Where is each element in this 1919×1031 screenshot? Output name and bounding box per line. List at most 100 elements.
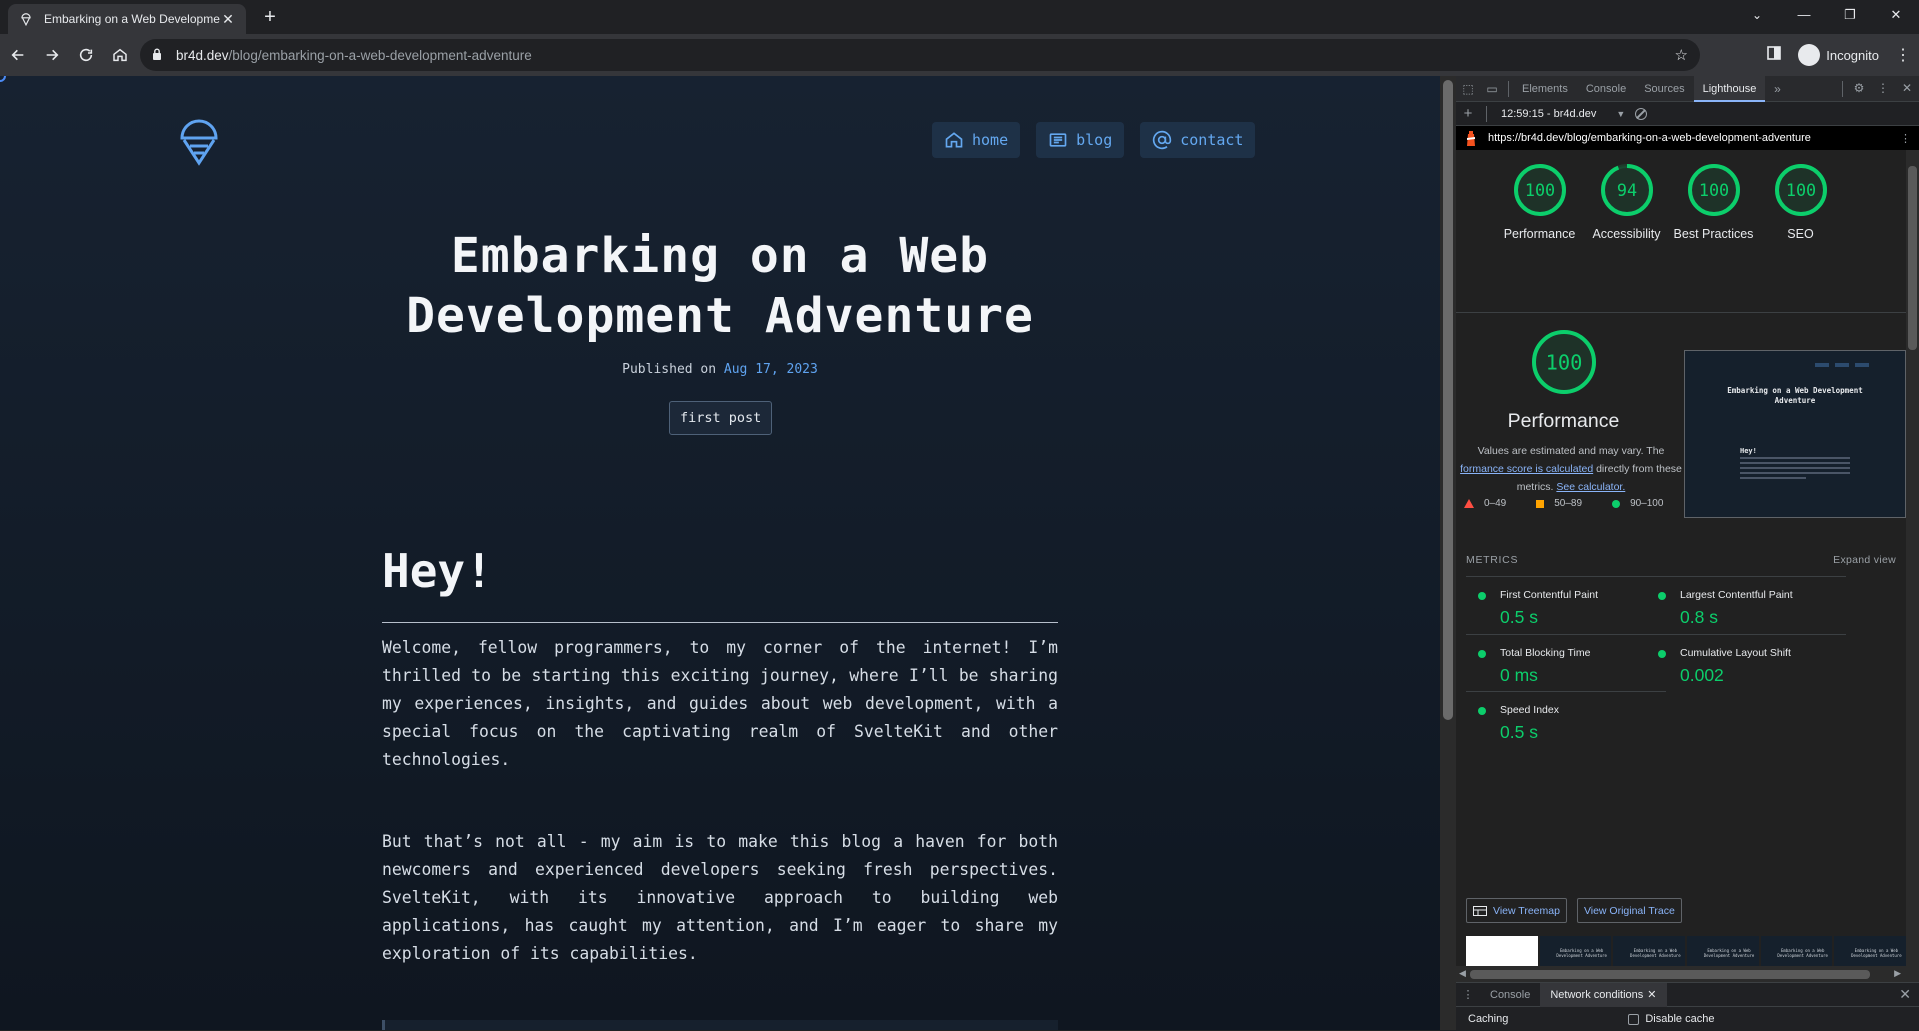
forward-arrow-icon[interactable] <box>36 39 68 71</box>
legend-average-label: 50–89 <box>1554 498 1583 509</box>
final-screenshot[interactable]: Embarking on a Web Development Adventure… <box>1684 350 1906 518</box>
incognito-indicator[interactable]: Incognito <box>1790 41 1887 69</box>
score-ring: 100 <box>1513 164 1566 216</box>
view-treemap-button[interactable]: View Treemap <box>1466 898 1567 923</box>
pass-circle-icon <box>1658 649 1666 658</box>
browser-menu-icon[interactable]: ⋮ <box>1887 45 1919 65</box>
score-gauge-best-practices[interactable]: 100 Best Practices <box>1670 150 1757 312</box>
back-arrow-icon[interactable] <box>2 39 34 71</box>
nav-home[interactable]: home <box>932 122 1021 158</box>
frame-title: Embarking on a Web Development Adventure <box>1630 948 1681 958</box>
score-value: 100 <box>1785 180 1815 200</box>
score-gauge-seo[interactable]: 100 SEO <box>1757 150 1844 312</box>
drawer-tab-network-conditions[interactable]: Network conditions ✕ <box>1540 982 1667 1007</box>
filmstrip-frame: Embarking on a Web Development Adventure <box>1760 936 1833 966</box>
report-url-bar: https://br4d.dev/blog/embarking-on-a-web… <box>1456 126 1919 150</box>
see-calculator-link[interactable]: See calculator. <box>1556 481 1625 493</box>
score-gauges: 100 Performance 94 Accessibility 100 Best Pra… <box>1456 150 1906 313</box>
address-bar[interactable]: br4d.dev/blog/embarking-on-a-web-develop… <box>140 39 1700 71</box>
site-logo-icon[interactable] <box>176 116 222 166</box>
view-trace-button[interactable]: View Original Trace <box>1576 898 1682 923</box>
drawer-tab-close-icon[interactable]: ✕ <box>1647 989 1656 1001</box>
report-url[interactable]: https://br4d.dev/blog/embarking-on-a-web… <box>1488 132 1811 144</box>
filmstrip-scroll-thumb[interactable] <box>1470 970 1870 979</box>
settings-gear-icon[interactable]: ⚙ <box>1847 81 1871 97</box>
score-gauge-accessibility[interactable]: 94 Accessibility <box>1583 150 1670 312</box>
devtools-actions: ⚙ ⋮ ✕ <box>1838 80 1919 97</box>
disable-cache-checkbox[interactable] <box>1628 1013 1640 1025</box>
report-menu-icon[interactable]: ⋮ <box>1900 132 1911 145</box>
screenshot-heading: Hey! <box>1740 447 1757 455</box>
score-ring: 100 <box>1687 164 1740 216</box>
bookmark-star-icon[interactable]: ☆ <box>1675 46 1688 64</box>
metric-name: First Contentful Paint <box>1500 589 1599 601</box>
metric-name: Largest Contentful Paint <box>1680 589 1793 601</box>
devtools-close-icon[interactable]: ✕ <box>1895 81 1919 97</box>
site-nav: home blog contact <box>932 122 1256 158</box>
page-scrollbar[interactable] <box>1440 76 1456 1030</box>
browser-tab[interactable]: Embarking on a Web Developme ✕ <box>8 4 246 34</box>
window-close-icon[interactable]: ✕ <box>1873 0 1919 30</box>
tab-close-icon[interactable]: ✕ <box>220 11 236 28</box>
divider <box>1842 80 1843 97</box>
devtools-panel: ⬚ ▭ Elements Console Sources Lighthouse … <box>1456 75 1919 1030</box>
drawer-tab-console[interactable]: Console <box>1480 983 1540 1007</box>
scroll-right-arrow-icon[interactable]: ▶ <box>1894 968 1901 979</box>
filmstrip-frame: Embarking on a Web Development Adventure <box>1834 936 1906 966</box>
window-controls: — ❐ ✕ <box>1781 0 1919 30</box>
filmstrip-frame: Embarking on a Web Development Adventure <box>1687 936 1759 966</box>
tab-elements[interactable]: Elements <box>1513 76 1577 102</box>
drawer-tab-network-label: Network conditions <box>1550 988 1644 1001</box>
post-title: Embarking on a Web Development Adventure <box>406 228 1034 344</box>
nav-contact[interactable]: contact <box>1140 122 1256 158</box>
scroll-left-arrow-icon[interactable]: ◀ <box>1459 968 1466 979</box>
inspect-element-icon[interactable]: ⬚ <box>1456 82 1480 96</box>
new-report-icon[interactable]: + <box>1456 105 1480 122</box>
side-panel-icon[interactable] <box>1758 45 1790 65</box>
published-prefix: Published on <box>622 362 717 377</box>
device-toolbar-icon[interactable]: ▭ <box>1480 82 1504 96</box>
fail-triangle-icon <box>1464 499 1474 508</box>
home-icon[interactable] <box>104 39 136 71</box>
tab-lighthouse[interactable]: Lighthouse <box>1693 75 1766 102</box>
expand-view-toggle[interactable]: Expand view <box>1833 554 1896 566</box>
filmstrip-scrollbar[interactable]: ◀ ▶ <box>1456 966 1919 982</box>
nav-home-label: home <box>972 131 1009 149</box>
report-dropdown-icon[interactable]: ▼ <box>1616 109 1625 119</box>
reload-icon[interactable] <box>70 39 102 71</box>
report-scroll-thumb[interactable] <box>1908 166 1917 350</box>
report-scrollbar[interactable] <box>1906 150 1919 966</box>
report-selector[interactable]: 12:59:15 - br4d.dev <box>1501 108 1596 120</box>
frame-title: Embarking on a Web Development Adventure <box>1703 948 1755 958</box>
metrics-title: METRICS <box>1466 554 1519 566</box>
lock-icon[interactable] <box>152 48 166 63</box>
section-heading: Hey! <box>382 544 493 598</box>
devtools-menu-icon[interactable]: ⋮ <box>1871 81 1895 97</box>
metric-value: 0.8 s <box>1680 607 1718 627</box>
post-tag[interactable]: first post <box>669 401 773 435</box>
metric-name: Cumulative Layout Shift <box>1680 646 1791 659</box>
score-calculated-link[interactable]: formance score is calculated <box>1460 463 1593 475</box>
clear-reports-icon[interactable] <box>1635 107 1648 120</box>
score-label: Accessibility <box>1592 227 1661 241</box>
score-gauge-performance[interactable]: 100 Performance <box>1496 150 1583 312</box>
drawer-close-icon[interactable]: ✕ <box>1899 986 1911 1003</box>
page-scroll-thumb[interactable] <box>1443 80 1453 720</box>
metric-name: Speed Index <box>1500 704 1559 716</box>
restore-icon[interactable]: ❐ <box>1827 0 1873 30</box>
metric-name: Total Blocking Time <box>1500 646 1591 659</box>
tab-sources[interactable]: Sources <box>1635 76 1693 102</box>
minimize-icon[interactable]: — <box>1781 0 1827 30</box>
nav-contact-label: contact <box>1180 131 1244 149</box>
tab-console[interactable]: Console <box>1577 76 1635 102</box>
score-ring: 100 <box>1774 164 1827 216</box>
new-tab-button[interactable]: + <box>258 6 282 30</box>
tab-search-icon[interactable]: ⌄ <box>1745 4 1769 28</box>
nav-blog[interactable]: blog <box>1036 122 1125 158</box>
disable-cache-label[interactable]: Disable cache <box>1645 1013 1714 1025</box>
legend-fail: 0–49 <box>1464 498 1506 509</box>
screenshot-text-lines <box>1740 457 1850 482</box>
metrics-header: METRICS Expand view <box>1466 554 1896 566</box>
drawer-menu-icon[interactable]: ⋮ <box>1456 988 1480 1001</box>
more-tabs-icon[interactable]: » <box>1765 82 1789 96</box>
